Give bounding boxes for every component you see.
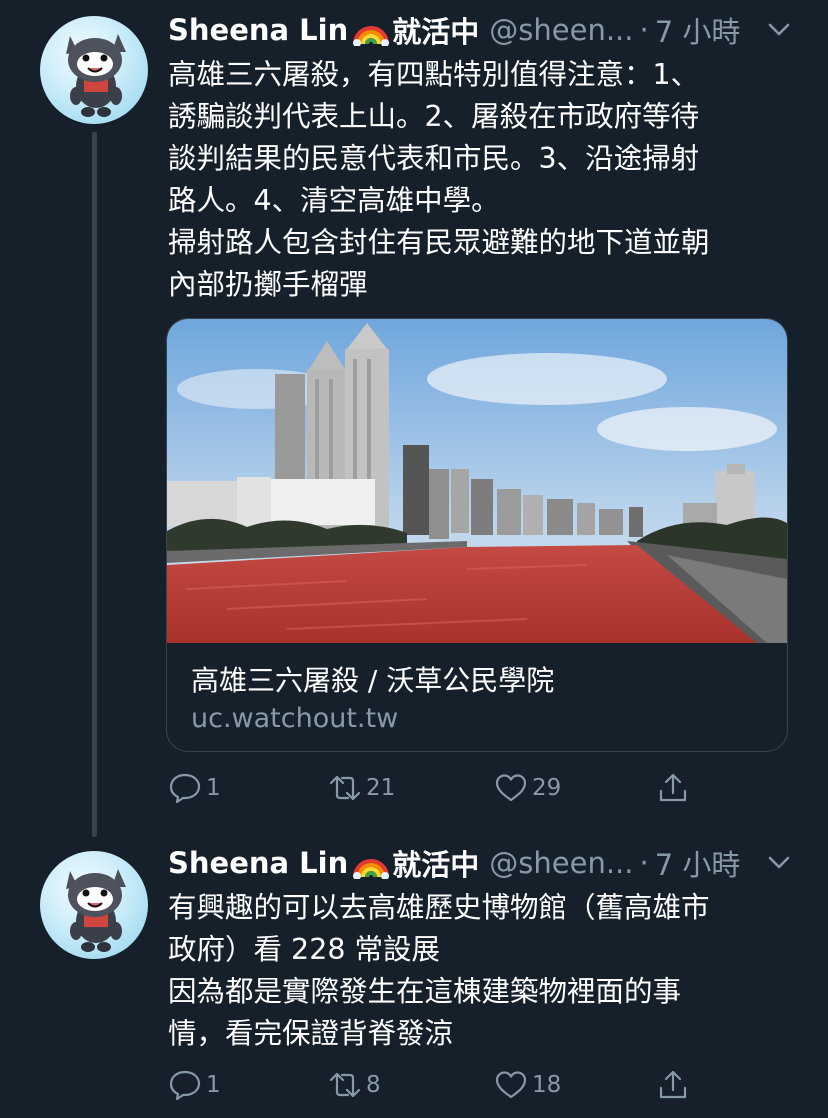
cat-mascot-icon [66,869,126,952]
reply-count: 1 [206,775,221,801]
author-status: 就活中 [392,15,480,49]
tweet-timestamp[interactable]: 7 小時 [655,842,741,884]
cat-mascot-icon [66,34,126,117]
rainbow-icon [352,14,390,47]
author-status: 就活中 [392,848,480,882]
separator-dot: · [639,13,649,47]
author-handle[interactable]: @sheen... [489,13,633,47]
share-icon [659,1070,687,1099]
retweet-icon [329,1072,361,1098]
avatar[interactable] [40,851,148,959]
tweet-actions: 1 21 29 [168,768,728,808]
share-button[interactable] [656,1065,690,1105]
author-handle[interactable]: @sheen... [489,846,633,880]
tweet-timestamp[interactable]: 7 小時 [655,9,741,51]
tweet-header: Sheena Lin 就活中 @sheen... · 7 小時 [168,843,798,883]
tweet-header: Sheena Lin 就活中 @sheen... · 7 小時 [168,10,798,50]
link-preview-card[interactable]: 高雄三六屠殺 / 沃草公民學院 uc.watchout.tw [166,318,788,752]
tweet-1[interactable]: Sheena Lin 就活中 @sheen... · 7 小時 高雄三六屠殺，有… [0,0,828,830]
tweet-text: 有興趣的可以去高雄歷史博物館（舊高雄市 政府）看 228 常設展 因為都是實際發… [168,891,710,1050]
separator-dot: · [639,846,649,880]
retweet-button[interactable]: 8 [328,1065,381,1105]
like-button[interactable]: 29 [494,768,561,808]
rainbow-icon [352,847,390,880]
card-domain: uc.watchout.tw [191,703,399,734]
like-count: 18 [532,1072,562,1098]
author-name[interactable]: Sheena Lin [168,13,348,47]
retweet-count: 21 [366,775,396,801]
like-count: 29 [532,775,562,801]
author-name[interactable]: Sheena Lin [168,846,348,880]
like-button[interactable]: 18 [494,1065,561,1105]
reply-count: 1 [206,1072,221,1098]
tweet-2[interactable]: Sheena Lin 就活中 @sheen... · 7 小時 有興趣的可以去高… [0,835,828,1118]
avatar[interactable] [40,16,148,124]
more-options-chevron-icon[interactable] [764,14,794,44]
retweet-button[interactable]: 21 [328,768,395,808]
share-icon [659,773,687,802]
heart-icon [495,774,527,802]
reply-icon [169,773,201,804]
reply-icon [169,1070,201,1101]
heart-icon [495,1071,527,1099]
tweet-text: 高雄三六屠殺，有四點特別值得注意：1、 誘騙談判代表上山。2、屠殺在市政府等待 … [168,58,710,301]
retweet-icon [329,775,361,801]
more-options-chevron-icon[interactable] [764,847,794,877]
retweet-count: 8 [366,1072,381,1098]
card-image-city-river [167,319,787,643]
reply-button[interactable]: 1 [168,1065,221,1105]
share-button[interactable] [656,768,690,808]
reply-button[interactable]: 1 [168,768,221,808]
card-title: 高雄三六屠殺 / 沃草公民學院 [191,664,555,697]
tweet-actions: 1 8 18 [168,1065,728,1105]
